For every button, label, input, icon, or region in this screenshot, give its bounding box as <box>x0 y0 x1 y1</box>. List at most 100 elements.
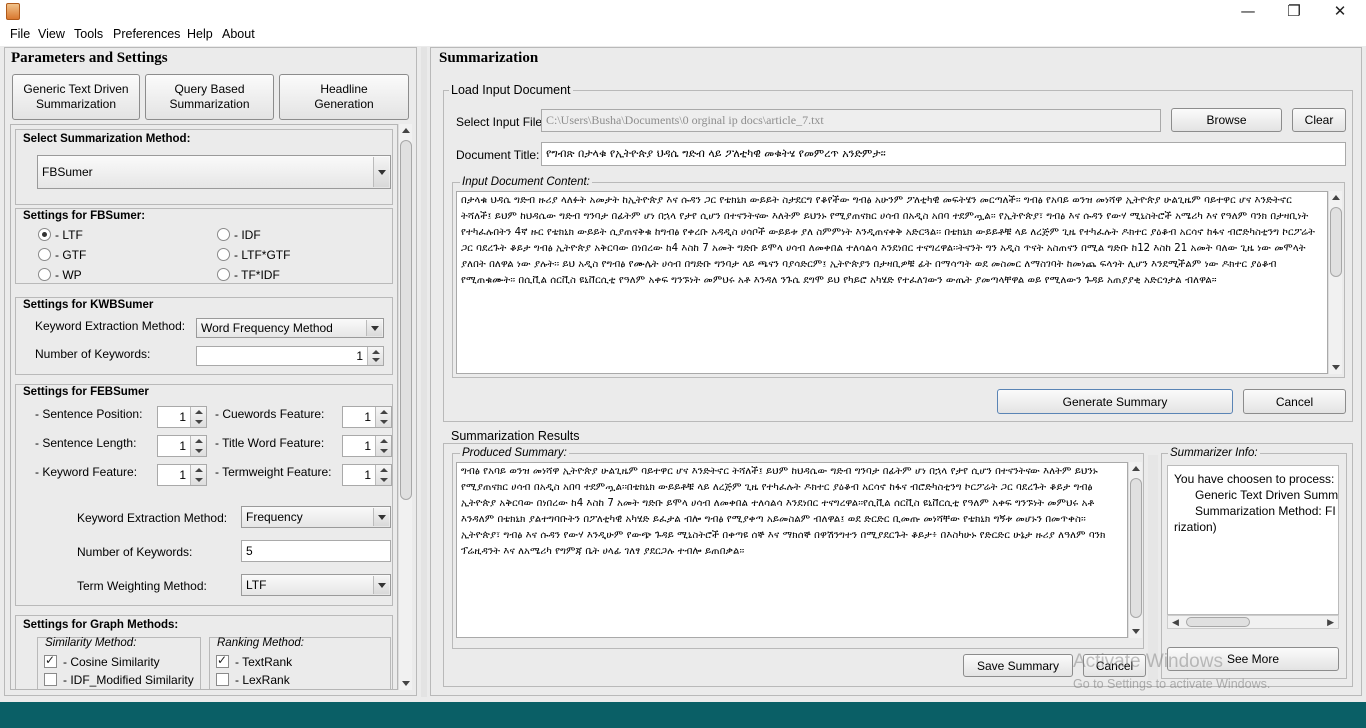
spinner-arrows-icon[interactable] <box>375 407 391 427</box>
cosine-similarity-label: - Cosine Similarity <box>63 655 160 669</box>
radio-ltf-gtf[interactable] <box>217 248 230 261</box>
spinner-arrows-icon[interactable] <box>190 465 206 485</box>
generate-summary-button[interactable]: Generate Summary <box>997 389 1233 414</box>
menu-file[interactable]: File <box>10 27 30 41</box>
menu-view[interactable]: View <box>38 27 65 41</box>
scroll-up-icon[interactable] <box>1329 191 1343 205</box>
browse-button[interactable]: Browse <box>1171 108 1282 132</box>
sentence-length-label: - Sentence Length: <box>35 436 137 450</box>
results-split-divider[interactable] <box>1148 455 1158 680</box>
menu-tools[interactable]: Tools <box>74 27 103 41</box>
results-title: Summarization Results <box>449 429 582 443</box>
scroll-down-icon[interactable] <box>1329 360 1343 374</box>
doc-title-field[interactable]: የግብጽ በታላቁ የኢትዮጵያ ህዳሴ ግድብ ላይ ፖለቲካዊ መቁትሄ የ… <box>541 142 1346 166</box>
spinner-arrows-icon[interactable] <box>190 436 206 456</box>
input-file-label: Select Input File: <box>456 115 546 129</box>
input-content-textarea[interactable]: በታላቁ ህዳሴ ግድብ ዙሪያ ላለፉት አመታት ከኢትዮጵያ እና ሱዳን… <box>456 191 1328 374</box>
summary-scrollbar[interactable] <box>1128 462 1142 638</box>
close-button[interactable]: ✕ <box>1317 0 1363 24</box>
java-app-icon <box>6 3 20 20</box>
sentence-position-spinner[interactable]: 1 <box>157 406 207 428</box>
maximize-button[interactable]: ❐ <box>1271 0 1317 24</box>
info-line: Summarization Method: FI <box>1195 504 1336 518</box>
taskbar <box>0 702 1366 728</box>
termweight-spinner[interactable]: 1 <box>342 464 392 486</box>
query-based-button[interactable]: Query Based Summarization <box>145 74 274 120</box>
doc-title-label: Document Title: <box>456 148 540 162</box>
method-combo[interactable]: FBSumer <box>37 155 391 189</box>
button-label: Query Based <box>174 82 245 96</box>
spinner-value: 1 <box>364 439 371 453</box>
info-line: Generic Text Driven Summ <box>1195 488 1339 502</box>
lexrank-checkbox[interactable] <box>216 673 229 686</box>
chevron-down-icon[interactable] <box>373 576 389 594</box>
febsumer-title: Settings for FEBSumer <box>23 386 149 398</box>
sentence-position-label: - Sentence Position: <box>35 407 143 421</box>
radio-idf[interactable] <box>217 228 230 241</box>
input-file-field[interactable]: C:\Users\Busha\Documents\0 orginal ip do… <box>541 109 1161 132</box>
spinner-arrows-icon[interactable] <box>367 347 383 365</box>
input-file-value: C:\Users\Busha\Documents\0 orginal ip do… <box>546 113 824 127</box>
sentence-length-spinner[interactable]: 1 <box>157 435 207 457</box>
generic-text-driven-button[interactable]: Generic Text Driven Summarization <box>12 74 140 120</box>
info-hscrollbar[interactable]: ◀ ▶ <box>1167 615 1339 629</box>
save-summary-button[interactable]: Save Summary <box>963 654 1073 677</box>
minimize-button[interactable]: — <box>1225 0 1271 24</box>
produced-summary-textarea[interactable]: ግብፅ የአባይ ወንዝ መነሻዋ ኢትዮጵያ ሁልጊዜም ባይተዋር ሆና እ… <box>456 462 1128 638</box>
textrank-checkbox[interactable] <box>216 653 229 668</box>
scroll-thumb[interactable] <box>1330 207 1342 277</box>
kwb-method-value: Word Frequency Method <box>201 321 333 335</box>
chevron-down-icon[interactable] <box>373 157 389 187</box>
tw-method-combo[interactable]: LTF <box>241 574 391 596</box>
spinner-arrows-icon[interactable] <box>375 436 391 456</box>
scroll-right-icon[interactable]: ▶ <box>1327 618 1334 628</box>
radio-ltf[interactable] <box>38 228 51 241</box>
input-content-scrollbar[interactable] <box>1328 191 1342 374</box>
menu-about[interactable]: About <box>222 27 255 41</box>
textrank-label: - TextRank <box>235 655 293 669</box>
idf-modified-similarity-checkbox[interactable] <box>44 673 57 686</box>
kwb-num-spinner[interactable]: 1 <box>196 346 384 366</box>
title-word-spinner[interactable]: 1 <box>342 435 392 457</box>
spinner-arrows-icon[interactable] <box>375 465 391 485</box>
scroll-thumb[interactable] <box>1130 478 1142 618</box>
scroll-down-icon[interactable] <box>399 676 413 690</box>
scroll-down-icon[interactable] <box>1129 624 1143 638</box>
scroll-left-icon[interactable]: ◀ <box>1172 618 1179 628</box>
radio-gtf[interactable] <box>38 248 51 261</box>
feb-kw-method-combo[interactable]: Frequency <box>241 506 391 528</box>
scroll-thumb[interactable] <box>1186 617 1250 627</box>
cancel-load-button[interactable]: Cancel <box>1243 389 1346 414</box>
spinner-arrows-icon[interactable] <box>190 407 206 427</box>
settings-scrollbar[interactable] <box>398 124 412 690</box>
scroll-up-icon[interactable] <box>399 124 413 138</box>
info-line: You have choosen to process: <box>1174 472 1335 486</box>
method-combo-value: FBSumer <box>42 165 93 179</box>
radio-wp[interactable] <box>38 268 51 281</box>
scroll-up-icon[interactable] <box>1129 462 1143 476</box>
load-input-title: Load Input Document <box>449 83 573 97</box>
spinner-value: 1 <box>179 410 186 424</box>
kwb-method-combo[interactable]: Word Frequency Method <box>196 318 384 338</box>
radio-tf-idf[interactable] <box>217 268 230 281</box>
spinner-value: 1 <box>179 468 186 482</box>
menu-preferences[interactable]: Preferences <box>113 27 180 41</box>
keyword-feature-spinner[interactable]: 1 <box>157 464 207 486</box>
chevron-down-icon[interactable] <box>366 320 382 336</box>
scroll-thumb[interactable] <box>400 140 412 500</box>
summarizer-info-text: You have choosen to process: Generic Tex… <box>1167 465 1339 615</box>
cosine-similarity-checkbox[interactable] <box>44 653 57 668</box>
button-label: Summarization <box>35 97 117 111</box>
parameters-title: Parameters and Settings <box>11 50 168 66</box>
headline-generation-button[interactable]: Headline Generation <box>279 74 409 120</box>
chevron-down-icon[interactable] <box>373 508 389 526</box>
summarization-title: Summarization <box>439 50 539 66</box>
split-divider[interactable] <box>421 47 427 697</box>
menu-help[interactable]: Help <box>187 27 213 41</box>
cuewords-spinner[interactable]: 1 <box>342 406 392 428</box>
feb-num-kw-field[interactable]: 5 <box>241 540 391 562</box>
radio-ltf-label: - LTF <box>55 228 83 242</box>
radio-tf-idf-label: - TF*IDF <box>234 268 280 282</box>
activate-windows-watermark: Activate Windows <box>1073 651 1223 672</box>
clear-button[interactable]: Clear <box>1292 108 1346 132</box>
